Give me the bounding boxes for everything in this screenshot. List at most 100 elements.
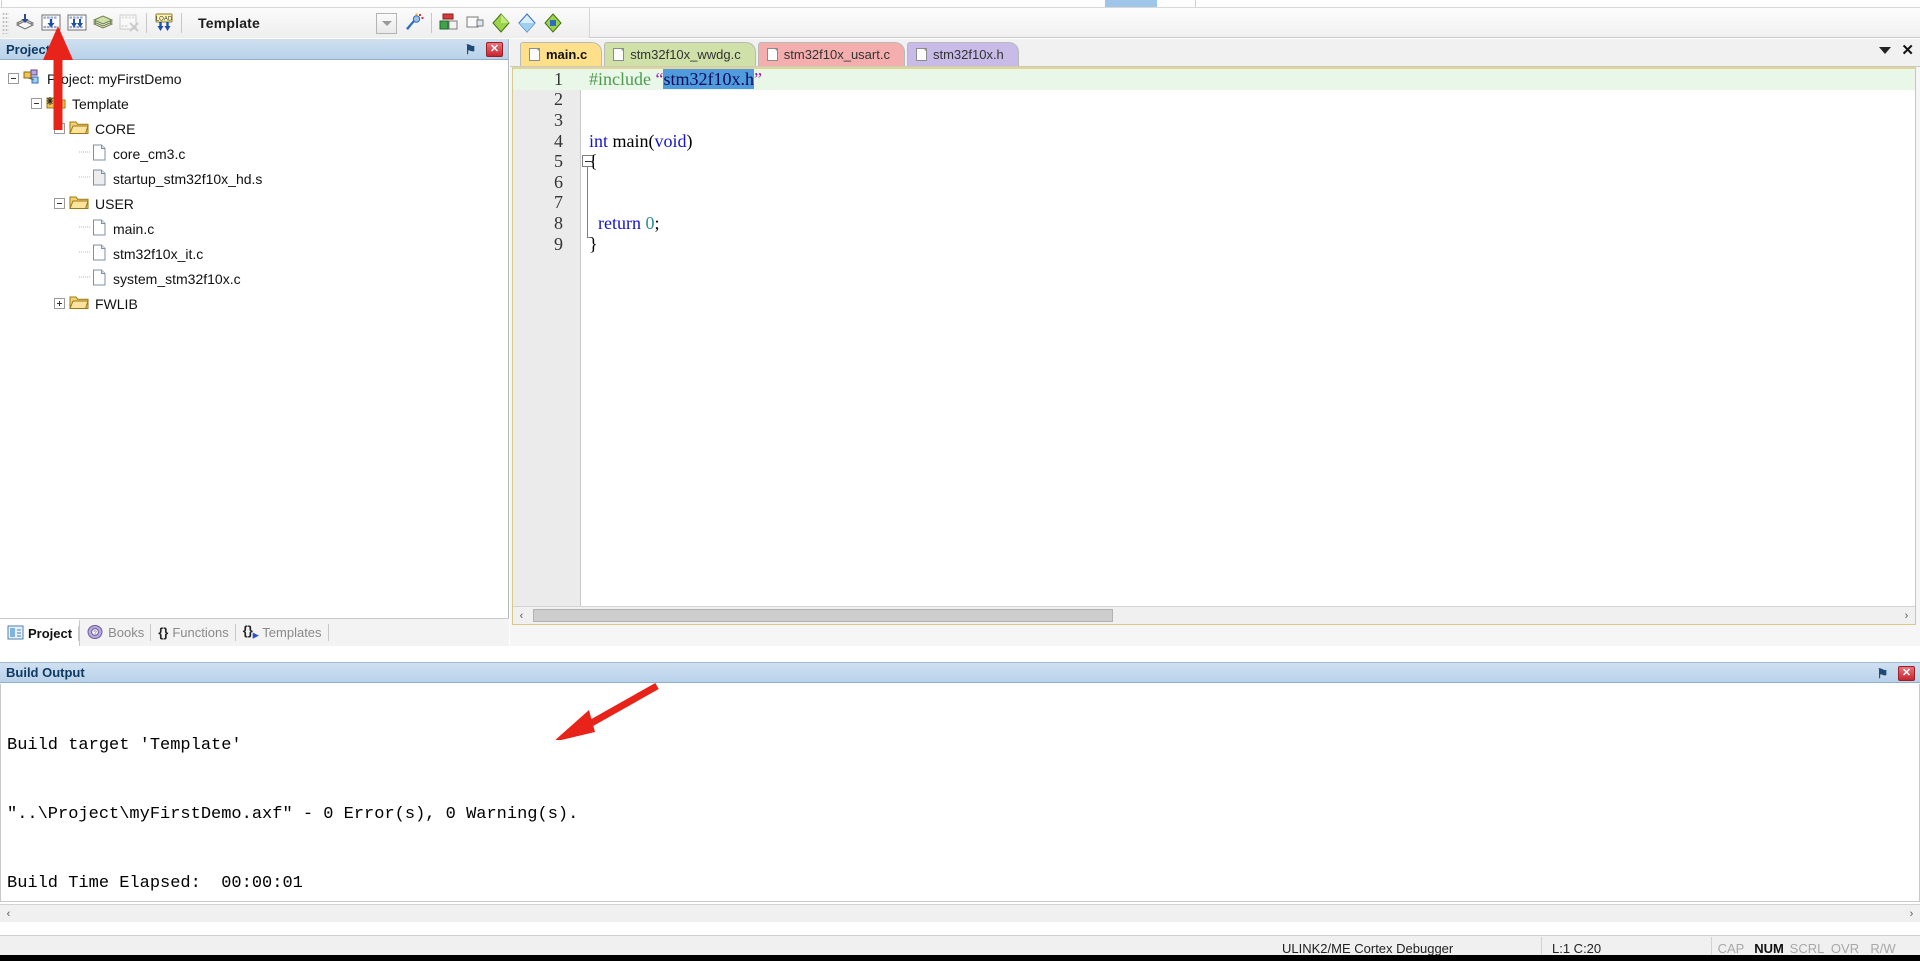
scroll-thumb[interactable] <box>533 609 1113 622</box>
scroll-right-button[interactable]: › <box>1898 608 1915 624</box>
code-line-text: int main(void) <box>589 130 693 151</box>
editor-tab-stm32f10x-wwdg-c[interactable]: stm32f10x_wwdg.c <box>604 42 756 66</box>
toolbar-grip[interactable] <box>2 12 9 34</box>
code-line[interactable]: 5{ <box>513 151 1915 172</box>
tree-item-stm32f10x-it-c[interactable]: stm32f10x_it.c <box>0 241 508 266</box>
project-tree[interactable]: Project: myFirstDemo Template CORE core_cm3… <box>0 60 508 618</box>
asm-file-icon <box>92 169 107 189</box>
tree-collapse-icon[interactable] <box>54 123 65 134</box>
line-number: 5 <box>554 151 563 172</box>
c-file-icon <box>92 269 107 289</box>
tree-item-template[interactable]: Template <box>0 91 508 116</box>
tree-item-project-myfirstdemo[interactable]: Project: myFirstDemo <box>0 66 508 91</box>
build-output-line-3: Build Time Elapsed: 00:00:01 <box>7 874 303 893</box>
code-line[interactable]: 6 <box>513 172 1915 193</box>
code-line-text: { <box>589 151 598 172</box>
pack-installer-icon[interactable] <box>462 10 488 36</box>
tree-collapse-icon[interactable] <box>8 73 19 84</box>
build-icon[interactable] <box>38 10 64 36</box>
status-indicator-scrl: SCRL <box>1789 941 1825 956</box>
project-tab-templates[interactable]: {}▸ Templates <box>236 619 329 646</box>
editor-tab-main-c[interactable]: main.c <box>520 42 603 66</box>
pin-icon[interactable]: ⚑ <box>463 42 478 57</box>
close-document-icon[interactable]: ✕ <box>1901 43 1914 58</box>
tree-item-core[interactable]: CORE <box>0 116 508 141</box>
chrome-box <box>1 0 1196 7</box>
close-icon[interactable]: ✕ <box>486 42 503 57</box>
editor-tab-stm32f10x-h[interactable]: stm32f10x.h <box>906 42 1019 66</box>
tree-item-label: USER <box>95 195 134 212</box>
tree-item-label: core_cm3.c <box>113 145 186 162</box>
editor-tab-label: stm32f10x.h <box>932 47 1004 62</box>
target-icon <box>46 94 66 113</box>
code-line[interactable]: 8 return 0; <box>513 213 1915 234</box>
build-close-icon[interactable]: ✕ <box>1898 666 1915 681</box>
screen-footer <box>0 955 1920 961</box>
line-number: 4 <box>554 130 563 151</box>
tree-item-system-stm32f10x-c[interactable]: system_stm32f10x.c <box>0 266 508 291</box>
tree-leaf-connector <box>77 245 92 262</box>
tree-item-main-c[interactable]: main.c <box>0 216 508 241</box>
load-icon[interactable]: LOAD <box>151 10 177 36</box>
keil-uvision-window: LOAD Template Project ⚑ ✕ Project: myFir… <box>0 0 1920 961</box>
editor-tab-stm32f10x-usart-c[interactable]: stm32f10x_usart.c <box>757 42 905 66</box>
code-line[interactable]: 1 #include “stm32f10x.h” <box>513 68 1915 90</box>
target-selector-value[interactable]: Template <box>198 15 260 31</box>
line-number: 1 <box>554 68 563 89</box>
svg-text:LOAD: LOAD <box>156 17 173 23</box>
chevron-down-icon[interactable] <box>1879 47 1892 54</box>
software-packs-2-icon[interactable] <box>540 10 566 36</box>
c-file-icon <box>92 219 107 239</box>
project-tab-functions[interactable]: {} Functions <box>151 619 236 646</box>
translate-icon[interactable] <box>12 10 38 36</box>
project-tab-label: Project <box>28 626 73 641</box>
project-tab-books[interactable]: ? Books <box>80 619 152 646</box>
tree-collapse-icon[interactable] <box>54 198 65 209</box>
line-number: 2 <box>554 89 563 110</box>
code-editor[interactable]: 1 #include “stm32f10x.h” 2 3 4 int main(void)… <box>512 67 1916 625</box>
folder-icon <box>69 195 89 213</box>
tree-item-label: startup_stm32f10x_hd.s <box>113 170 263 187</box>
tree-collapse-icon[interactable] <box>31 98 42 109</box>
rebuild-icon[interactable] <box>64 10 90 36</box>
project-tab-icon <box>7 625 28 643</box>
batch-build-icon[interactable] <box>90 10 116 36</box>
build-scroll-right-button[interactable]: › <box>1903 906 1920 922</box>
code-line[interactable]: 4 int main(void) <box>513 131 1915 152</box>
tree-item-label: Project: myFirstDemo <box>47 70 182 87</box>
manage-project-items-icon[interactable] <box>436 10 462 36</box>
tree-item-user[interactable]: USER <box>0 191 508 216</box>
code-text[interactable]: 1 #include “stm32f10x.h” 2 3 4 int main(void)… <box>513 68 1915 624</box>
folder-icon <box>69 295 89 313</box>
target-selector-dropdown[interactable] <box>376 12 398 34</box>
editor-tabbar: main.c stm32f10x_wwdg.c stm32f10x_usart.c s… <box>510 39 1920 67</box>
build-pin-icon[interactable]: ⚑ <box>1875 666 1890 681</box>
tabbar-lead-space <box>510 42 520 66</box>
tree-item-label: system_stm32f10x.c <box>113 270 241 287</box>
tree-leaf-connector <box>77 145 92 162</box>
target-options-icon[interactable] <box>401 10 427 36</box>
stop-build-icon <box>116 10 142 36</box>
build-output-text: Build target 'Template' "..\Project\myFi… <box>0 684 1920 902</box>
code-line[interactable]: 3 <box>513 110 1915 131</box>
tree-expand-icon[interactable] <box>54 298 65 309</box>
code-line[interactable]: 2 <box>513 89 1915 111</box>
tree-item-startup-stm32f10x-hd-s[interactable]: startup_stm32f10x_hd.s <box>0 166 508 191</box>
tree-item-label: CORE <box>95 120 136 137</box>
status-indicator-num: NUM <box>1754 941 1784 956</box>
build-scroll-left-button[interactable]: ‹ <box>0 906 17 922</box>
build-horizontal-scrollbar[interactable]: ‹ › <box>0 904 1920 922</box>
scroll-left-button[interactable]: ‹ <box>513 608 530 624</box>
manage-runtime-icon[interactable] <box>488 10 514 36</box>
line-number: 7 <box>554 192 563 213</box>
status-indicator-r-w: R/W <box>1870 941 1896 956</box>
tree-item-fwlib[interactable]: FWLIB <box>0 291 508 316</box>
project-tab-project[interactable]: Project <box>0 619 81 646</box>
select-software-packs-icon[interactable] <box>514 10 540 36</box>
code-line-text: #include “stm32f10x.h” <box>589 68 762 89</box>
tree-leaf-connector <box>77 220 92 237</box>
code-line[interactable]: 9} <box>513 234 1915 255</box>
code-line[interactable]: 7 <box>513 192 1915 214</box>
editor-horizontal-scrollbar[interactable]: ‹ › <box>513 606 1915 624</box>
tree-item-core-cm3-c[interactable]: core_cm3.c <box>0 141 508 166</box>
